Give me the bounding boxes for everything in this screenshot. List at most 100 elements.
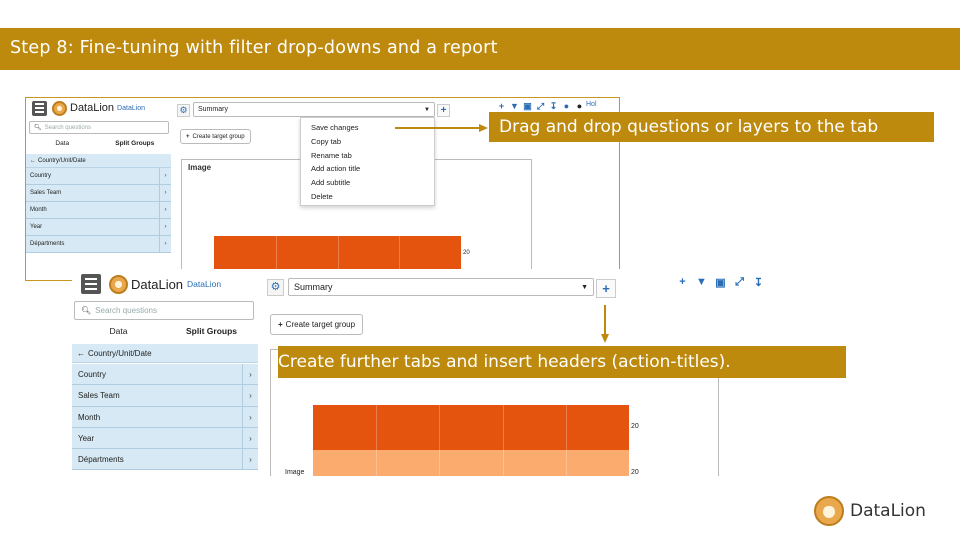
menu-item-add-action-title[interactable]: Add action title [311,164,360,173]
brand-name: DataLion [131,276,184,292]
sidebar: DataLion DataLion 🔍︎ Search questions Da… [72,269,258,476]
folder-icon[interactable]: ▣ [521,101,534,112]
plus-icon: + [186,133,190,140]
datalion-logo-icon [109,274,128,294]
sidebar-item-country[interactable]: Country › [72,364,258,385]
search-input[interactable]: 🔍︎ Search questions [74,301,254,320]
chevron-right-icon: › [159,168,171,184]
nav-back-label: Country/Unit/Date [88,348,152,358]
create-target-group-button[interactable]: + Create target group [180,129,251,144]
user-name[interactable]: Hol [586,101,597,112]
sidebar-item-label: Country [78,369,107,379]
brand-row: DataLion DataLion [81,274,221,294]
chevron-right-icon: › [159,202,171,218]
bar-gridline [439,450,441,476]
sidebar-item-sales-team[interactable]: Sales Team › [26,185,171,202]
create-target-group-button[interactable]: + Create target group [270,314,364,335]
chevron-right-icon: › [242,428,258,448]
tab-data[interactable]: Data [72,326,165,340]
sidebar-item-month[interactable]: Month › [72,407,258,428]
plus-icon[interactable]: + [495,101,508,112]
sidebar-item-sales-team[interactable]: Sales Team › [72,385,258,407]
sidebar-item-label: Month [30,207,47,213]
tab-split-groups[interactable]: Split Groups [99,140,172,152]
back-arrow-icon: ← [30,157,36,164]
menu-item-rename-tab[interactable]: Rename tab [311,151,352,160]
chevron-right-icon: › [159,219,171,235]
nav-back-item[interactable]: ← Country/Unit/Date [72,344,258,363]
hamburger-menu-icon[interactable] [32,100,47,116]
download-icon[interactable]: ↧ [749,276,768,289]
create-target-group-label: Create target group [285,320,356,329]
sidebar-item-year[interactable]: Year › [26,219,171,236]
menu-item-delete[interactable]: Delete [311,192,333,201]
sidebar-tabs: Data Split Groups [72,326,258,340]
tab-select[interactable]: Summary ▼ [193,102,435,117]
category-label: Image [285,468,305,476]
chevron-right-icon: › [242,385,258,406]
filter-icon[interactable]: ▼ [508,101,521,112]
sidebar-tabs: Data Split Groups [26,140,171,152]
menu-item-add-subtitle[interactable]: Add subtitle [311,178,350,187]
nav-back-label: Country/Unit/Date [38,157,86,164]
sidebar-item-country[interactable]: Country › [26,168,171,185]
plus-icon[interactable]: + [673,276,692,289]
bell-icon[interactable]: ● [560,101,573,112]
sidebar-item-year[interactable]: Year › [72,428,258,449]
folder-icon[interactable]: ▣ [711,276,730,289]
panel-title: Image [188,163,212,172]
callout-arrow-line [604,305,606,335]
bar-gridline [376,405,378,450]
bar-2 [313,450,629,476]
brand-row: DataLion DataLion [32,100,145,116]
plus-icon: + [278,320,283,329]
bar-gridline [399,236,401,272]
brand-name: DataLion [70,102,115,114]
tab-split-groups[interactable]: Split Groups [165,326,258,340]
bar-1 [313,405,629,450]
sidebar-item-label: Sales Team [30,190,62,196]
bar-gridline [502,405,504,450]
sidebar-item-label: Year [30,224,43,230]
sidebar-item-label: Country [30,173,52,179]
tab-select[interactable]: Summary ▼ [288,278,594,296]
user-icon[interactable]: ● [573,101,586,112]
callout-arrow-line [395,127,480,129]
context-menu: Save changes Copy tab Rename tab Add act… [300,117,435,206]
back-arrow-icon: ← [77,348,85,358]
expand-icon[interactable]: ⤢ [534,101,547,112]
search-icon: 🔍︎ [81,306,92,315]
sidebar-item-month[interactable]: Month › [26,202,171,219]
datalion-logo-icon [814,496,844,526]
footer-logo: DataLion [814,496,926,526]
dropdown-arrow-icon: ▼ [581,283,588,291]
expand-icon[interactable]: ⤢ [730,276,749,289]
nav-back-item[interactable]: ← Country/Unit/Date [26,154,171,168]
create-target-group-label: Create target group [192,133,245,140]
hamburger-menu-icon[interactable] [81,274,101,294]
settings-gear-icon[interactable]: ⚙︎ [267,279,284,296]
bar-gridline [275,236,277,272]
menu-item-save-changes[interactable]: Save changes [311,123,359,132]
menu-item-copy-tab[interactable]: Copy tab [311,137,341,146]
chevron-right-icon: › [159,236,171,252]
download-icon[interactable]: ↧ [547,101,560,112]
callout-drag-drop: Drag and drop questions or layers to the… [489,112,934,142]
dropdown-arrow-icon: ▼ [424,106,430,113]
tab-data[interactable]: Data [26,140,99,152]
filter-icon[interactable]: ▼ [692,276,711,289]
bar-gridline [565,450,567,476]
sidebar-item-departments[interactable]: Départments › [72,449,258,470]
sidebar-item-label: Départments [78,454,124,464]
search-placeholder: Search questions [95,306,157,315]
sidebar-item-label: Month [78,412,101,422]
settings-gear-icon[interactable]: ⚙︎ [177,104,190,117]
sidebar-item-departments[interactable]: Départments › [26,236,171,253]
chevron-right-icon: › [159,185,171,201]
bar-data-label: 20 [631,423,639,430]
add-tab-button[interactable]: + [596,279,616,298]
add-tab-button[interactable]: + [437,104,450,117]
bar-gridline [565,405,567,450]
search-input[interactable]: 🔍︎ Search questions [29,121,169,134]
chevron-right-icon: › [242,449,258,469]
